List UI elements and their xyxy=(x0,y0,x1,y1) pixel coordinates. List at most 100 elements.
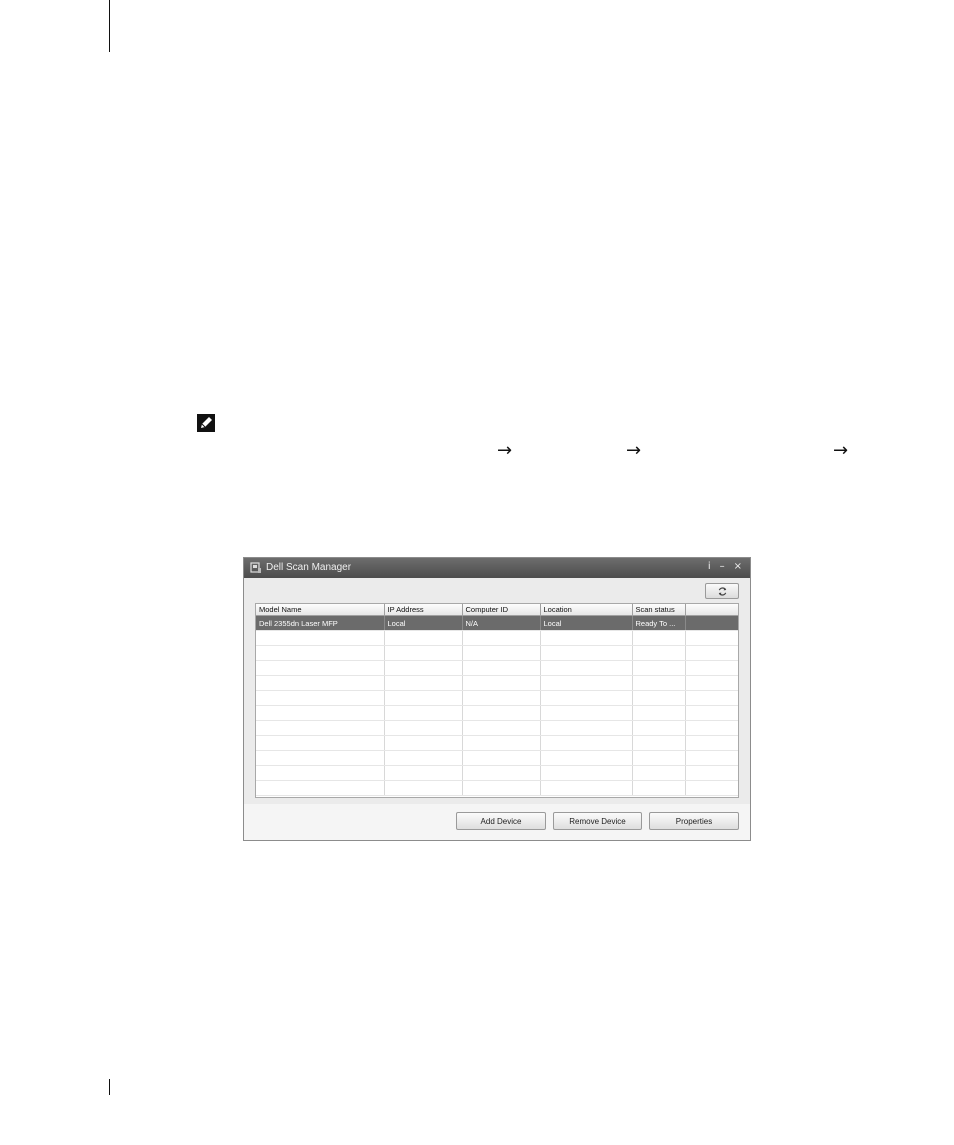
minimize-button[interactable]: – xyxy=(720,561,725,573)
empty-cell xyxy=(685,630,738,646)
page-margin-rule-top xyxy=(109,0,110,52)
empty-cell xyxy=(685,750,738,766)
column-header-ip-address[interactable]: IP Address xyxy=(384,604,463,616)
info-button[interactable]: i xyxy=(708,561,711,573)
empty-cell xyxy=(462,720,541,736)
path-arrow-2: → xyxy=(626,440,642,461)
empty-cell xyxy=(256,705,385,721)
path-arrow-1: → xyxy=(497,440,513,461)
column-header-model-name[interactable]: Model Name xyxy=(256,604,385,616)
empty-cell xyxy=(462,780,541,796)
empty-cell xyxy=(685,735,738,751)
column-header-empty[interactable] xyxy=(685,604,738,616)
empty-cell xyxy=(256,780,385,796)
pencil-note-icon xyxy=(197,414,215,432)
empty-cell xyxy=(540,780,633,796)
empty-cell xyxy=(632,690,686,706)
device-list[interactable]: Model Name IP Address Computer ID Locati… xyxy=(255,603,739,798)
close-button[interactable]: × xyxy=(734,561,742,573)
empty-cell xyxy=(540,630,633,646)
empty-cell xyxy=(384,690,463,706)
empty-cell xyxy=(632,780,686,796)
empty-cell xyxy=(384,645,463,661)
empty-table-row[interactable] xyxy=(256,705,738,721)
refresh-button[interactable] xyxy=(705,583,739,599)
window-title: Dell Scan Manager xyxy=(266,562,352,573)
remove-device-button[interactable]: Remove Device xyxy=(553,812,642,830)
column-header-scan-status[interactable]: Scan status xyxy=(632,604,686,616)
empty-table-row[interactable] xyxy=(256,630,738,646)
empty-cell xyxy=(632,675,686,691)
properties-button[interactable]: Properties xyxy=(649,812,739,830)
empty-cell xyxy=(540,735,633,751)
table-header-row: Model Name IP Address Computer ID Locati… xyxy=(256,604,738,616)
empty-cell xyxy=(540,675,633,691)
empty-cell xyxy=(256,750,385,766)
cell-computer-id: N/A xyxy=(462,615,541,631)
empty-cell xyxy=(384,720,463,736)
empty-cell xyxy=(384,765,463,781)
empty-table-row[interactable] xyxy=(256,645,738,661)
empty-table-row[interactable] xyxy=(256,765,738,781)
empty-cell xyxy=(462,630,541,646)
empty-cell xyxy=(685,765,738,781)
column-header-computer-id[interactable]: Computer ID xyxy=(462,604,541,616)
cell-location: Local xyxy=(540,615,633,631)
empty-table-row[interactable] xyxy=(256,780,738,796)
empty-cell xyxy=(384,705,463,721)
empty-cell xyxy=(685,690,738,706)
empty-table-row[interactable] xyxy=(256,690,738,706)
empty-cell xyxy=(384,780,463,796)
empty-cell xyxy=(540,705,633,721)
empty-cell xyxy=(632,765,686,781)
table-row[interactable]: Dell 2355dn Laser MFP Local N/A Local Re… xyxy=(256,615,738,631)
empty-cell xyxy=(462,750,541,766)
empty-cell xyxy=(540,660,633,676)
cell-ip-address: Local xyxy=(384,615,463,631)
empty-cell xyxy=(632,630,686,646)
page-margin-rule-bottom xyxy=(109,1079,110,1095)
empty-cell xyxy=(384,735,463,751)
empty-cell xyxy=(384,630,463,646)
empty-cell xyxy=(384,750,463,766)
window-controls: i – × xyxy=(708,561,742,573)
cell-scan-status: Ready To ... xyxy=(632,615,686,631)
empty-cell xyxy=(632,720,686,736)
cell-model-name: Dell 2355dn Laser MFP xyxy=(256,615,385,631)
empty-cell xyxy=(256,630,385,646)
empty-cell xyxy=(462,645,541,661)
empty-cell xyxy=(685,780,738,796)
empty-cell xyxy=(540,765,633,781)
empty-cell xyxy=(462,705,541,721)
empty-cell xyxy=(256,720,385,736)
path-arrow-3: → xyxy=(833,440,849,461)
empty-cell xyxy=(540,690,633,706)
empty-cell xyxy=(462,690,541,706)
column-header-location[interactable]: Location xyxy=(540,604,633,616)
title-bar[interactable]: Dell Scan Manager i – × xyxy=(244,558,750,578)
empty-cell xyxy=(256,675,385,691)
empty-cell xyxy=(540,750,633,766)
empty-cell xyxy=(685,720,738,736)
empty-table-row[interactable] xyxy=(256,720,738,736)
empty-cell xyxy=(632,660,686,676)
dell-scan-manager-window: Dell Scan Manager i – × Model Name IP Ad… xyxy=(243,557,751,841)
empty-table-row[interactable] xyxy=(256,735,738,751)
device-table: Model Name IP Address Computer ID Locati… xyxy=(256,604,738,796)
empty-cell xyxy=(462,675,541,691)
empty-cell xyxy=(685,660,738,676)
empty-table-row[interactable] xyxy=(256,660,738,676)
empty-cell xyxy=(540,720,633,736)
empty-cell xyxy=(256,645,385,661)
empty-cell xyxy=(540,645,633,661)
empty-cell xyxy=(256,735,385,751)
empty-cell xyxy=(685,705,738,721)
empty-table-row[interactable] xyxy=(256,675,738,691)
empty-cell xyxy=(632,645,686,661)
add-device-button[interactable]: Add Device xyxy=(456,812,546,830)
scanner-app-icon xyxy=(250,562,261,573)
refresh-icon xyxy=(718,586,726,596)
empty-cell xyxy=(685,675,738,691)
empty-cell xyxy=(685,645,738,661)
empty-table-row[interactable] xyxy=(256,750,738,766)
